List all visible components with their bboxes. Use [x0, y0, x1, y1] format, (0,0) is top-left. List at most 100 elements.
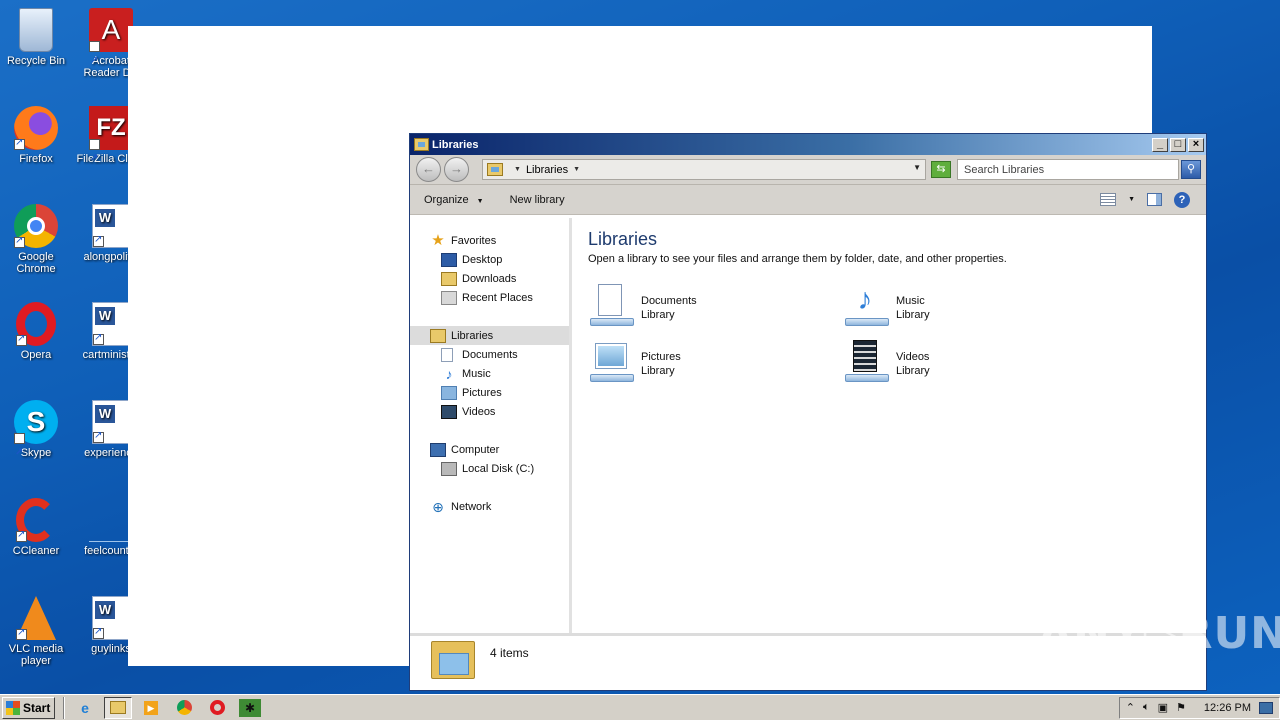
search-button[interactable]: ⚲ — [1181, 160, 1201, 179]
desktop-icon-ccleaner[interactable]: CCleaner — [1, 498, 71, 557]
change-view-icon[interactable] — [1100, 193, 1117, 206]
maximize-button[interactable]: □ — [1170, 137, 1186, 152]
desktop-icon-vlc[interactable]: VLC media player — [1, 596, 71, 667]
taskbar-opera[interactable] — [203, 697, 231, 719]
item-count: 4 items — [490, 646, 529, 660]
computer-icon — [430, 442, 446, 457]
documents-icon — [441, 347, 453, 362]
taskbar-explorer[interactable] — [104, 696, 132, 719]
nav-label: Network — [451, 500, 492, 513]
shortcut-arrow-icon — [14, 431, 25, 475]
chevron-down-icon[interactable]: ▼ — [514, 166, 521, 173]
nav-item-music[interactable]: ♪ Music — [410, 364, 569, 383]
clock[interactable]: 12:26 PM — [1204, 702, 1251, 714]
action-center-flag-icon[interactable]: ⚑ — [1176, 701, 1186, 714]
taskbar-internet-explorer[interactable]: e — [71, 697, 99, 719]
start-button[interactable]: Start — [2, 696, 55, 719]
taskbar-app-green[interactable]: ✱ — [236, 697, 264, 719]
show-desktop-icon[interactable] — [1259, 701, 1273, 714]
library-tile-music[interactable]: ♪ Music Library — [843, 282, 1043, 332]
chevron-down-icon[interactable]: ▼ — [1128, 196, 1135, 203]
page-description: Open a library to see your files and arr… — [588, 253, 1007, 265]
desktop-icon-skype[interactable]: S Skype — [1, 400, 71, 475]
filezilla-icon: FZ — [89, 106, 133, 181]
nav-item-local-disk[interactable]: Local Disk (C:) — [410, 459, 569, 478]
nav-label: Desktop — [462, 253, 503, 266]
close-button[interactable]: × — [1188, 137, 1204, 152]
desktop-icon-recycle-bin[interactable]: Recycle Bin — [1, 8, 71, 67]
taskbar-separator — [63, 696, 65, 719]
vlc-icon — [16, 596, 56, 640]
new-library-button[interactable]: New library — [510, 194, 565, 206]
nav-item-recent-places[interactable]: Recent Places — [410, 288, 569, 307]
music-library-icon: ♪ — [843, 282, 891, 328]
library-name: Videos — [896, 351, 930, 363]
library-tile-documents[interactable]: Documents Library — [588, 282, 788, 332]
desktop-icon-opera[interactable]: Opera — [1, 302, 71, 361]
videos-library-icon — [843, 338, 891, 384]
help-icon[interactable]: ? — [1174, 191, 1190, 208]
videos-icon — [441, 404, 457, 419]
library-type: Library — [641, 365, 675, 377]
windows-logo-icon — [6, 700, 20, 715]
address-bar[interactable]: ▼ Libraries ▼ ▼ — [482, 159, 926, 180]
nav-item-libraries[interactable]: Libraries — [410, 326, 569, 345]
view-controls: ▼ ? — [1100, 191, 1206, 208]
word-document-icon: W — [92, 400, 130, 444]
system-tray: ⌃ 🔈︎ ▣ ⚑ 12:26 PM — [1118, 696, 1280, 719]
nav-item-pictures[interactable]: Pictures — [410, 383, 569, 402]
network-status-icon[interactable]: ▣ — [1158, 701, 1168, 714]
minimize-button[interactable]: _ — [1152, 137, 1168, 152]
search-input[interactable]: Search Libraries — [957, 159, 1179, 180]
desktop-icon-firefox[interactable]: Firefox — [1, 106, 71, 165]
title-bar[interactable]: Libraries _ □ × — [410, 134, 1206, 155]
nav-label: Favorites — [451, 234, 497, 247]
opera-icon — [209, 700, 225, 715]
acrobat-icon: A — [89, 8, 133, 83]
chevron-down-icon[interactable]: ▼ — [573, 166, 580, 173]
taskbar: Start e ▶ ✱ ⌃ 🔈︎ ▣ ⚑ 12:26 PM — [0, 694, 1280, 720]
nav-label: Computer — [451, 443, 500, 456]
desktop-icon-chrome[interactable]: Google Chrome — [1, 204, 71, 275]
libraries-folder-icon — [431, 639, 475, 681]
nav-item-documents[interactable]: Documents — [410, 345, 569, 364]
shortcut-arrow-icon — [14, 137, 25, 150]
nav-item-downloads[interactable]: Downloads — [410, 269, 569, 288]
library-tile-pictures[interactable]: Pictures Library — [588, 338, 788, 388]
breadcrumb[interactable]: Libraries — [526, 164, 568, 176]
nav-label: Videos — [462, 405, 496, 418]
nav-label: Local Disk (C:) — [462, 462, 535, 475]
green-app-icon: ✱ — [239, 698, 261, 717]
libraries-icon — [487, 163, 503, 176]
library-tile-videos[interactable]: Videos Library — [843, 338, 1043, 388]
taskbar-chrome[interactable] — [170, 697, 198, 719]
preview-pane-icon[interactable] — [1147, 193, 1162, 206]
nav-item-videos[interactable]: Videos — [410, 402, 569, 421]
search-icon: ⚲ — [1186, 163, 1196, 175]
shortcut-arrow-icon — [93, 332, 104, 345]
nav-label: Downloads — [462, 272, 517, 285]
nav-item-favorites[interactable]: ★ Favorites — [410, 231, 569, 250]
page-title: Libraries — [588, 229, 658, 249]
ccleaner-icon — [16, 498, 56, 542]
organize-button[interactable]: Organize ▼ — [424, 194, 484, 206]
back-button[interactable]: ← — [416, 157, 441, 182]
show-hidden-icons-icon[interactable]: ⌃ — [1126, 701, 1135, 714]
content-pane: Libraries Open a library to see your fil… — [572, 218, 1206, 633]
taskbar-media-player[interactable]: ▶ — [137, 697, 165, 719]
nav-item-desktop[interactable]: Desktop — [410, 250, 569, 269]
folder-icon — [110, 701, 126, 714]
nav-item-network[interactable]: ⊕ Network — [410, 497, 569, 516]
start-label: Start — [23, 700, 51, 715]
nav-item-computer[interactable]: Computer — [410, 440, 569, 459]
address-dropdown-icon[interactable]: ▼ — [913, 163, 921, 172]
refresh-button[interactable]: ⇆ — [931, 161, 951, 178]
forward-button[interactable]: → — [444, 157, 469, 182]
forward-arrow-icon: → — [450, 161, 463, 176]
volume-icon[interactable]: 🔈︎ — [1143, 701, 1150, 714]
libraries-icon — [430, 328, 446, 343]
blank-file-icon — [89, 498, 133, 542]
